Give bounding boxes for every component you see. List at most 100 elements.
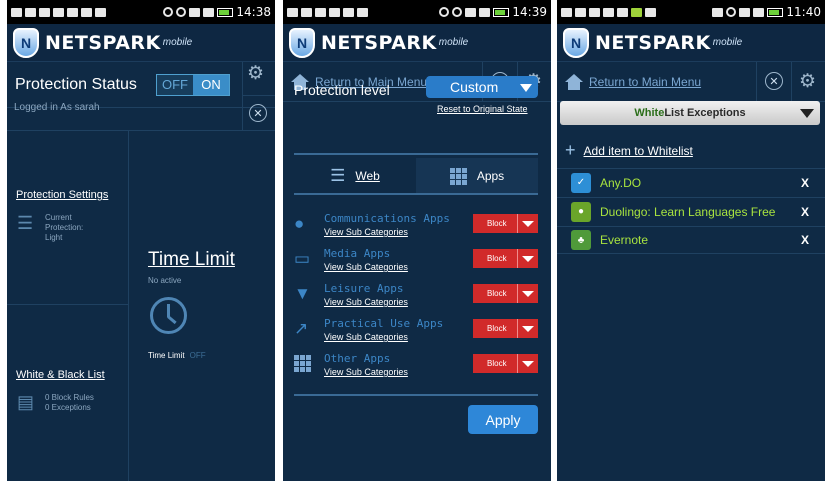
- list-type-label: List Exceptions: [664, 107, 746, 119]
- tab-apps[interactable]: Apps: [416, 158, 538, 194]
- shopping-cart-icon: ▼: [294, 284, 311, 303]
- close-icon[interactable]: ✕: [249, 104, 267, 122]
- time-limit-label: Time Limit: [148, 351, 185, 360]
- tab-web-label: Web: [355, 169, 380, 183]
- android-icon: [631, 7, 642, 17]
- protection-toggle[interactable]: OFF ON: [156, 74, 230, 96]
- screen-white-list: 11:40 N NETSPARK mobile Return to Main M…: [557, 0, 825, 481]
- netspark-shield-icon: N: [563, 27, 589, 58]
- list-type-selector[interactable]: White List Exceptions: [560, 101, 820, 125]
- dropdown-arrow-icon: [522, 256, 534, 262]
- mail-icon: [603, 7, 614, 17]
- reset-original-link[interactable]: Reset to Original State: [437, 104, 528, 114]
- dropdown-arrow-icon: [522, 361, 534, 367]
- category-row: ↗ Practical Use Apps View Sub Categories…: [294, 317, 538, 345]
- apps-grid-icon: [294, 355, 311, 372]
- view-sub-categories-link[interactable]: View Sub Categories: [324, 297, 408, 307]
- view-sub-categories-link[interactable]: View Sub Categories: [324, 332, 408, 342]
- mail-icon: [67, 7, 78, 17]
- list-item: ✓ Any.DO X: [557, 168, 825, 196]
- status-bar: 14:38: [7, 0, 275, 24]
- block-dropdown[interactable]: Block: [473, 354, 538, 373]
- logged-in-text: Logged in As sarah: [14, 102, 100, 113]
- dropdown-arrow-icon: [522, 291, 534, 297]
- protection-level-dropdown[interactable]: Custom: [426, 76, 538, 98]
- brand-suffix: mobile: [162, 37, 193, 48]
- apps-grid-icon: [449, 167, 467, 185]
- white-black-list-link[interactable]: White & Black List: [16, 369, 105, 381]
- netspark-shield-icon: N: [289, 27, 315, 58]
- block-label: Block: [487, 289, 507, 298]
- status-time: 14:39: [512, 5, 547, 19]
- remove-button[interactable]: X: [801, 233, 809, 247]
- block-dropdown[interactable]: Block: [473, 214, 538, 233]
- home-icon[interactable]: [565, 73, 583, 90]
- notification-icon: [575, 7, 586, 17]
- list-icon: ▤: [17, 392, 35, 412]
- app-name: Any.DO: [600, 175, 642, 190]
- settings-gear-icon[interactable]: ⚙: [799, 70, 816, 93]
- divider: [791, 62, 792, 102]
- category-name: Leisure Apps: [324, 282, 404, 295]
- add-item-link[interactable]: Add item to Whitelist: [584, 144, 693, 158]
- app-logo-bar: N NETSPARK mobile: [283, 24, 551, 62]
- mail-icon: [589, 7, 600, 17]
- return-main-menu-link[interactable]: Return to Main Menu: [589, 75, 701, 89]
- protection-level-value: Custom: [450, 79, 499, 95]
- time-limit-toggle-row[interactable]: Time Limit OFF: [148, 351, 206, 360]
- mail-icon: [343, 7, 354, 17]
- divider: [128, 130, 129, 481]
- time-limit-link[interactable]: Time Limit: [148, 249, 235, 271]
- nav-row: Return to Main Menu ✕ ⚙: [557, 62, 825, 102]
- remove-button[interactable]: X: [801, 176, 809, 190]
- block-label: Block: [487, 359, 507, 368]
- protection-status-title: Protection Status: [15, 75, 137, 93]
- protection-settings-link[interactable]: Protection Settings: [16, 189, 108, 201]
- divider: [517, 354, 518, 373]
- screen-protection-settings: 14:39 N NETSPARK mobile Return to Main M…: [283, 0, 551, 481]
- divider: [517, 319, 518, 338]
- tab-web[interactable]: ☰ Web: [294, 158, 416, 194]
- status-bar: 14:39: [283, 0, 551, 24]
- view-sub-categories-link[interactable]: View Sub Categories: [324, 262, 408, 272]
- sliders-icon: ☰: [17, 213, 34, 233]
- close-icon[interactable]: ✕: [765, 72, 783, 90]
- white-black-list-tile[interactable]: White & Black List ▤ 0 Block Rules 0 Exc…: [7, 305, 128, 481]
- status-bar: 11:40: [557, 0, 825, 24]
- list-type-prefix: White: [634, 107, 665, 119]
- mail-icon: [357, 7, 368, 17]
- duolingo-icon: ●: [571, 201, 591, 222]
- block-dropdown[interactable]: Block: [473, 284, 538, 303]
- view-sub-categories-link[interactable]: View Sub Categories: [324, 227, 408, 237]
- divider: [756, 62, 757, 102]
- settings-gear-icon[interactable]: ⚙: [247, 62, 264, 85]
- dropdown-arrow-icon: [800, 109, 814, 118]
- wifi-icon: [465, 7, 477, 17]
- brand-name: NETSPARK: [321, 31, 437, 54]
- vibrate-icon: [712, 7, 724, 17]
- signal-icon: [203, 7, 215, 17]
- battery-icon: [493, 7, 510, 17]
- category-name: Practical Use Apps: [324, 317, 444, 330]
- block-dropdown[interactable]: Block: [473, 319, 538, 338]
- status-time: 11:40: [786, 5, 821, 19]
- category-row: Other Apps View Sub Categories Block: [294, 352, 538, 380]
- view-sub-categories-link[interactable]: View Sub Categories: [324, 367, 408, 377]
- apply-button[interactable]: Apply: [468, 405, 538, 434]
- signal-icon: [479, 7, 491, 17]
- block-dropdown[interactable]: Block: [473, 249, 538, 268]
- notification-icon: [11, 7, 22, 17]
- add-item-row[interactable]: + Add item to Whitelist: [565, 140, 693, 161]
- list-summary: 0 Block Rules 0 Exceptions: [45, 393, 94, 412]
- netspark-shield-icon: N: [13, 27, 39, 58]
- clock-icon[interactable]: [150, 297, 187, 334]
- brand-name: NETSPARK: [45, 31, 161, 54]
- mail-icon: [81, 7, 92, 17]
- protection-settings-tile[interactable]: Protection Settings ☰ Current Protection…: [7, 130, 128, 304]
- alarm-icon: [726, 7, 737, 17]
- category-row: ▼ Leisure Apps View Sub Categories Block: [294, 282, 538, 310]
- divider: [242, 62, 243, 130]
- notification-icon: [53, 7, 64, 17]
- remove-button[interactable]: X: [801, 205, 809, 219]
- wifi-icon: [189, 7, 201, 17]
